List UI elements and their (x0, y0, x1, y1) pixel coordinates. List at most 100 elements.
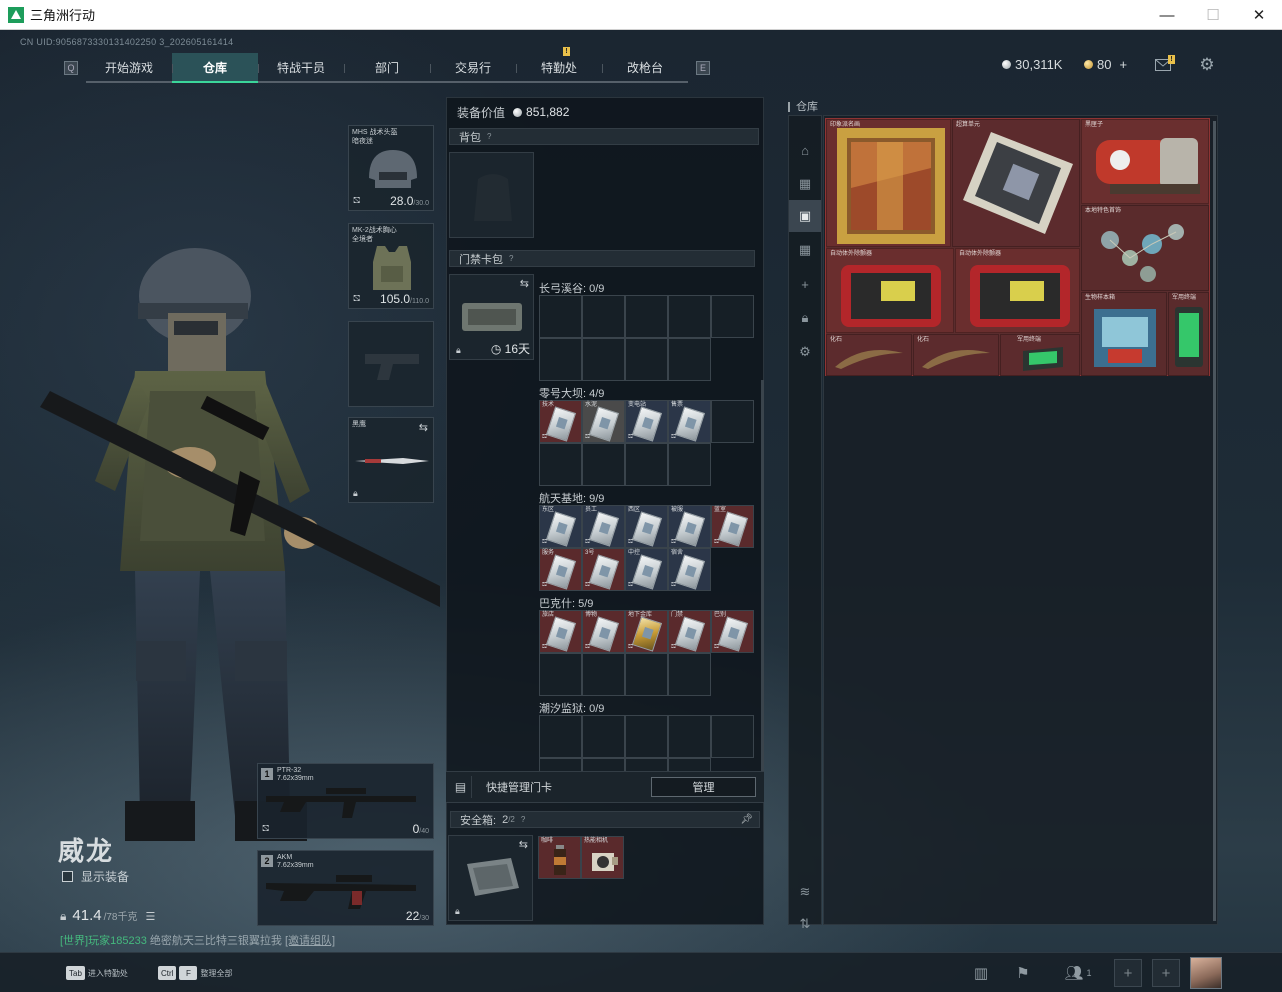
empty-keycard-slot[interactable] (711, 400, 754, 443)
keycard[interactable]: 博物 ⛞ (582, 610, 625, 653)
empty-keycard-slot[interactable] (625, 715, 668, 758)
keycard[interactable]: 门禁 ⛞ (668, 610, 711, 653)
storage-lock-icon[interactable]: 🔒︎ (789, 302, 821, 334)
invite-slot-button[interactable]: + (1114, 959, 1142, 987)
storage-tab-3-icon[interactable]: ▦ (789, 234, 821, 266)
storage-item[interactable]: 军用终端 (1168, 292, 1209, 376)
empty-keycard-slot[interactable] (625, 653, 668, 696)
empty-keycard-slot[interactable] (668, 338, 711, 381)
swap-icon[interactable]: ⇆ (520, 277, 529, 290)
empty-keycard-slot[interactable] (668, 295, 711, 338)
safe-item[interactable]: 咖啡 (538, 836, 581, 879)
storage-item[interactable]: 化石 (826, 334, 912, 376)
storage-item[interactable]: 黑匣子 (1081, 119, 1209, 204)
help-icon[interactable]: ? (509, 254, 513, 263)
storage-item[interactable]: 超算单元 (952, 119, 1080, 247)
storage-item[interactable]: 军用终端 (1000, 334, 1080, 376)
keycard[interactable]: 西区 ⛞ (625, 505, 668, 548)
empty-keycard-slot[interactable] (625, 338, 668, 381)
empty-keycard-slot[interactable] (668, 653, 711, 696)
empty-keycard-slot[interactable] (582, 338, 625, 381)
sort-icon[interactable]: ⇅ (789, 908, 821, 940)
helmet-slot[interactable]: MHS 战术头盔 暗夜迷 ⛞ 28.0/30.0 (348, 125, 434, 211)
nav-prev-key[interactable]: Q (64, 61, 78, 75)
close-button[interactable]: ✕ (1236, 0, 1282, 30)
storage-scrollbar[interactable] (1213, 121, 1216, 921)
keycard[interactable]: 员工 ⛞ (582, 505, 625, 548)
tab-trading[interactable]: 交易行 (430, 53, 516, 83)
keycard[interactable]: 被服 ⛞ (668, 505, 711, 548)
chat-player[interactable]: 玩家185233 (88, 935, 147, 947)
storage-tab-1-icon[interactable]: ▦ (789, 168, 821, 200)
tab-special-ops[interactable]: 特勤处 ! (516, 47, 602, 83)
layers-icon[interactable]: ≋ (789, 876, 821, 908)
empty-keycard-slot[interactable] (582, 295, 625, 338)
show-equipment-toggle[interactable]: 显示装备 (62, 868, 129, 885)
swap-icon[interactable]: ⇆ (419, 421, 428, 434)
swap-icon[interactable]: ⇆ (519, 838, 528, 851)
empty-keycard-slot[interactable] (539, 653, 582, 696)
settings-gear-icon[interactable]: ⚙ (1196, 55, 1218, 75)
pin-icon[interactable]: 📌︎ (740, 814, 753, 825)
keycard[interactable]: 旅店 ⛞ (539, 610, 582, 653)
storage-item[interactable]: 自动体外除颤器 (826, 248, 954, 333)
storage-tab-vault-icon[interactable]: ⌂ (789, 134, 821, 166)
keycard[interactable]: 东区 ⛞ (539, 505, 582, 548)
help-icon[interactable]: ? (487, 132, 491, 141)
panel-scrollbar[interactable] (761, 380, 764, 800)
friends-icon[interactable]: 👥︎ 1 (1058, 959, 1098, 987)
empty-keycard-slot[interactable] (625, 443, 668, 486)
empty-keycard-slot[interactable] (711, 715, 754, 758)
storage-item[interactable]: 自动体外除颤器 (955, 248, 1080, 333)
secondary-weapon-slot[interactable]: 2 AKM 7.62x39mm 22/30 (257, 850, 434, 926)
player-avatar[interactable] (1190, 957, 1222, 989)
tab-operators[interactable]: 特战干员 (258, 53, 344, 83)
keycard[interactable]: 变电站 ⛞ (625, 400, 668, 443)
hint-enter-special-ops[interactable]: Tab 进入特勤处 (66, 966, 128, 980)
keycard[interactable]: 技术 ⛞ (539, 400, 582, 443)
keycard[interactable]: 水泥 ⛞ (582, 400, 625, 443)
maximize-button[interactable]: ☐ (1190, 0, 1236, 30)
pistol-slot[interactable] (348, 321, 434, 407)
empty-keycard-slot[interactable] (582, 653, 625, 696)
storage-item[interactable]: 本地特色首饰 (1081, 205, 1209, 291)
backpack-slot[interactable] (449, 152, 534, 238)
keycard[interactable]: 售票 ⛞ (668, 400, 711, 443)
empty-keycard-slot[interactable] (539, 295, 582, 338)
nav-next-key[interactable]: E (696, 61, 710, 75)
manage-button[interactable]: 管理 (651, 777, 756, 797)
storage-tab-2-icon[interactable]: ▣ (789, 200, 821, 232)
tab-warehouse[interactable]: 仓库 (172, 53, 258, 83)
tab-start-game[interactable]: 开始游戏 (86, 53, 172, 83)
add-gold-button[interactable]: + (1119, 57, 1127, 72)
tab-department[interactable]: 部门 (344, 53, 430, 83)
weight-details-icon[interactable]: ☰ (146, 910, 156, 923)
empty-keycard-slot[interactable] (539, 338, 582, 381)
keycard[interactable]: 3号 ⛞ (582, 548, 625, 591)
melee-slot[interactable]: 黑鹰 ⇆ 🔒︎ (348, 417, 434, 503)
armor-slot[interactable]: MK-2战术胸心 全境者 ⛞ 105.0/110.0 (348, 223, 434, 309)
storage-item[interactable]: 印象派名画 (826, 119, 951, 247)
empty-keycard-slot[interactable] (539, 443, 582, 486)
safe-box-slot[interactable]: ⇆ 🔒︎ (448, 835, 533, 921)
keycard[interactable]: 蓝室 ⛞ (711, 505, 754, 548)
empty-keycard-slot[interactable] (668, 715, 711, 758)
hint-sort-all[interactable]: Ctrl F 整理全部 (158, 966, 232, 980)
flag-icon[interactable]: ⚑ (1008, 959, 1038, 987)
card-pack-slot[interactable]: ⇆ 🔒︎ ◷ 16天 (449, 274, 534, 360)
add-storage-icon[interactable]: + (789, 268, 821, 300)
keycard[interactable]: 巴别 ⛞ (711, 610, 754, 653)
keycard[interactable]: 地下金库 ⛞ (625, 610, 668, 653)
help-icon[interactable]: ? (521, 815, 525, 824)
empty-keycard-slot[interactable] (582, 443, 625, 486)
show-equipment-checkbox[interactable] (62, 871, 73, 882)
stats-chart-icon[interactable]: ▥ (966, 959, 996, 987)
invite-team-link[interactable]: [邀请组队] (285, 935, 335, 947)
empty-keycard-slot[interactable] (539, 715, 582, 758)
storage-item[interactable]: 生物样本箱 (1081, 292, 1167, 376)
storage-item[interactable]: 化石 (913, 334, 999, 376)
empty-keycard-slot[interactable] (711, 295, 754, 338)
empty-keycard-slot[interactable] (668, 443, 711, 486)
safe-item[interactable]: 热能相机 (581, 836, 624, 879)
tab-gunsmith[interactable]: 改枪台 (602, 53, 688, 83)
